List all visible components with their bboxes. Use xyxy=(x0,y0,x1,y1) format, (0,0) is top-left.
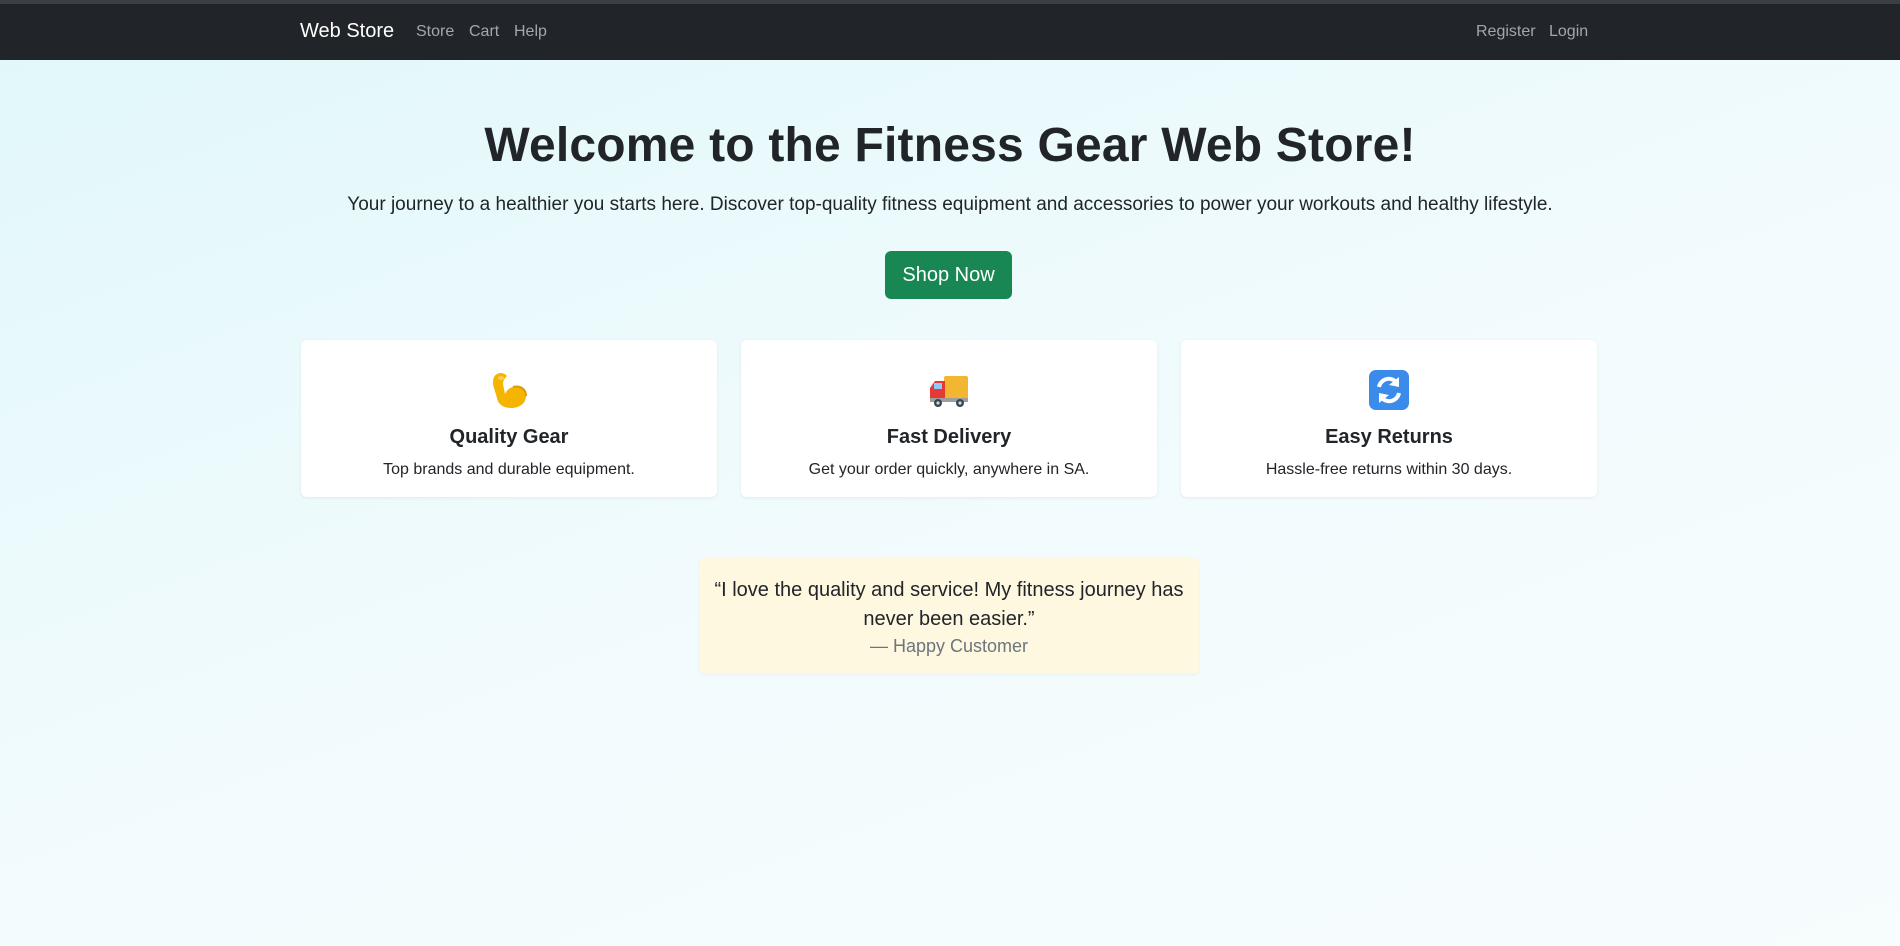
nav-link-store[interactable]: Store xyxy=(416,23,454,41)
feature-title: Quality Gear xyxy=(449,426,569,448)
testimonial-card: “I love the quality and service! My fitn… xyxy=(699,558,1199,674)
feature-title: Easy Returns xyxy=(1325,426,1453,448)
nav-link-help[interactable]: Help xyxy=(514,23,547,41)
feature-card-returns: Easy Returns Hassle-free returns within … xyxy=(1181,340,1597,497)
nav-link-login[interactable]: Login xyxy=(1549,23,1588,41)
testimonial-author: — Happy Customer xyxy=(869,636,1029,656)
navbar: Web Store Store Cart Help Register Login xyxy=(0,4,1900,60)
testimonial-quote: “I love the quality and service! My fitn… xyxy=(714,579,1184,630)
shop-now-button[interactable]: Shop Now xyxy=(885,251,1012,299)
feature-card-delivery: Fast Delivery Get your order quickly, an… xyxy=(741,340,1157,497)
feature-card-quality: Quality Gear Top brands and durable equi… xyxy=(301,340,717,497)
feature-title: Fast Delivery xyxy=(886,426,1012,448)
brand-link[interactable]: Web Store xyxy=(300,20,394,43)
nav-link-cart[interactable]: Cart xyxy=(469,23,499,41)
nav-link-register[interactable]: Register xyxy=(1476,23,1536,41)
feature-text: Top brands and durable equipment. xyxy=(383,461,635,478)
flexed-biceps-icon xyxy=(493,372,527,408)
hero-subtitle: Your journey to a healthier you starts h… xyxy=(347,194,1553,215)
hero-title: Welcome to the Fitness Gear Web Store! xyxy=(484,119,1416,172)
refresh-arrows-icon xyxy=(1369,370,1409,410)
feature-text: Get your order quickly, anywhere in SA. xyxy=(808,461,1090,478)
delivery-truck-icon xyxy=(930,376,968,407)
feature-text: Hassle-free returns within 30 days. xyxy=(1265,461,1513,478)
